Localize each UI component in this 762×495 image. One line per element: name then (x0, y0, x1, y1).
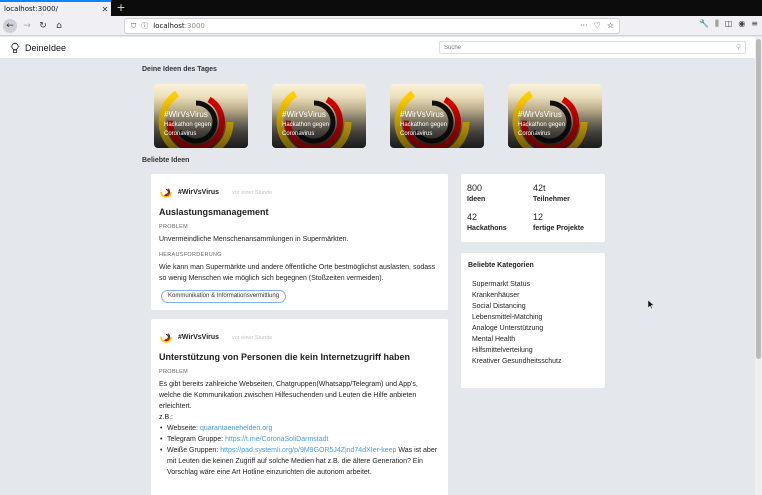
stat-value: 12 (533, 212, 544, 222)
stats-card: 800 Ideen 42t Teilnehmer 42 Hackathons 1… (461, 174, 605, 242)
category-link[interactable]: Kreativer Gesundheitsschutz (472, 358, 562, 365)
category-link[interactable]: Hilfsmittelverteilung (472, 347, 533, 354)
page-scrollbar[interactable] (755, 37, 762, 495)
category-tag[interactable]: Kommunikation & Informationsvermittlung (161, 290, 287, 303)
item-label: Weiße Gruppen: (167, 447, 221, 454)
tile-subtitle: Hackathon gegen Coronavirus (164, 122, 212, 137)
example-list: Webseite: quarantaenehelden.org Telegram… (159, 423, 441, 478)
idea-tile[interactable]: #WirVsVirus Hackathon gegen Coronavirus (154, 84, 248, 148)
url-host: localhost (153, 22, 185, 30)
categories-card: Beliebte Kategorien Supermarkt Status Kr… (461, 253, 605, 388)
forward-icon[interactable]: → (20, 19, 34, 33)
section-title-ideas-of-day: Deine Ideen des Tages (142, 66, 217, 73)
challenge-text: Wie kann man Supermärkte und andere öffe… (159, 264, 436, 282)
new-tab-icon[interactable]: + (114, 1, 128, 15)
home-icon[interactable]: ⌂ (52, 19, 66, 33)
problem-text: Es gibt bereits zahlreiche Webseiten, Ch… (159, 379, 441, 478)
avatar (160, 331, 172, 343)
idea-group[interactable]: #WirVsVirus (178, 334, 219, 341)
item-label: Webseite: (167, 425, 200, 432)
menu-icon[interactable]: ≡ (751, 19, 758, 29)
category-link[interactable]: Mental Health (472, 336, 515, 343)
back-icon[interactable]: ← (3, 19, 17, 33)
stat-label: Ideen (467, 196, 486, 203)
problem-text-body: Es gibt bereits zahlreiche Webseiten, Ch… (159, 381, 418, 410)
idea-tile[interactable]: #WirVsVirus Hackathon gegen Coronavirus (390, 84, 484, 148)
browser-tab[interactable]: localhost:3000/ ✕ (0, 0, 111, 16)
stat-label: fertige Projekte (533, 225, 584, 232)
shield-icon[interactable]: ⛉ (131, 22, 136, 31)
library-icon[interactable]: ⫼ (715, 19, 719, 29)
idea-title[interactable]: Unterstützung von Personen die kein Inte… (159, 352, 410, 362)
url-port: :3000 (184, 22, 205, 30)
avatar (160, 186, 172, 198)
category-link[interactable]: Supermarkt Status (472, 281, 530, 288)
stat-value: 42 (467, 212, 478, 222)
item-link[interactable]: https://pad.systemli.org/p/9M9GOR5J4Zjnd… (220, 447, 396, 454)
list-item: Weiße Gruppen: https://pad.systemli.org/… (159, 445, 441, 478)
wrench-icon[interactable]: 🔧 (699, 19, 709, 29)
idea-title[interactable]: Auslastungsmanagement (159, 207, 269, 217)
tab-title: localhost:3000/ (4, 5, 58, 13)
tile-subtitle: Hackathon gegen Coronavirus (518, 122, 566, 137)
search-box[interactable]: ⚲ (439, 41, 746, 54)
tile-title: #WirVsVirus (518, 110, 562, 119)
challenge-label: HERAUSFORDERUNG (159, 252, 222, 258)
idea-tile[interactable]: #WirVsVirus Hackathon gegen Coronavirus (508, 84, 602, 148)
url-bar[interactable]: ⛉ ⓘ localhost:3000 ··· ♡ ☆ (124, 18, 620, 34)
search-icon[interactable]: ⚲ (736, 43, 741, 51)
problem-text: Unvermeindliche Menschenansammlungen in … (159, 236, 349, 243)
category-link[interactable]: Krankenhäuser (472, 292, 519, 299)
list-item: Telegram Gruppe: https://t.me/CoronaSoli… (159, 434, 441, 445)
idea-time: vor einer Stunde (232, 335, 273, 341)
browser-navbar: ← → ↻ ⌂ ⛉ ⓘ localhost:3000 ··· ♡ ☆ 🔧 ⫼ ◫… (0, 16, 762, 36)
mouse-cursor-icon (648, 300, 654, 309)
idea-card[interactable]: #WirVsVirus vor einer Stunde Auslastungs… (151, 174, 448, 310)
category-link[interactable]: Lebensmittel-Matching (472, 314, 542, 321)
stat-value: 800 (467, 183, 483, 193)
account-icon[interactable]: ◉ (738, 19, 745, 29)
sidebar-icon[interactable]: ◫ (725, 19, 733, 29)
idea-tile[interactable]: #WirVsVirus Hackathon gegen Coronavirus (272, 84, 366, 148)
lightbulb-icon (10, 42, 20, 53)
tile-title: #WirVsVirus (164, 110, 208, 119)
categories-title: Beliebte Kategorien (468, 262, 534, 269)
stat-label: Hackathons (467, 225, 507, 232)
reload-icon[interactable]: ↻ (36, 19, 50, 33)
brand[interactable]: DeineIdee (10, 42, 66, 54)
app-header: DeineIdee ⚲ (0, 37, 755, 59)
idea-time: vor einer Stunde (232, 190, 273, 196)
item-link[interactable]: https://t.me/CoronaSoliDarmstadt (225, 436, 329, 443)
list-item: Webseite: quarantaenehelden.org (159, 423, 441, 434)
tile-title: #WirVsVirus (400, 110, 444, 119)
stat-value: 42t (533, 183, 546, 193)
bookmark-star-icon[interactable]: ☆ (607, 21, 614, 30)
idea-group[interactable]: #WirVsVirus (178, 189, 219, 196)
more-icon[interactable]: ··· (580, 21, 588, 30)
pocket-icon[interactable]: ♡ (594, 21, 601, 30)
item-link[interactable]: quarantaenehelden.org (200, 425, 272, 432)
browser-tabbar: localhost:3000/ ✕ + (0, 0, 762, 16)
stat-label: Teilnehmer (533, 196, 570, 203)
example-label: z.B.: (159, 414, 174, 421)
search-input[interactable] (440, 42, 730, 53)
info-icon[interactable]: ⓘ (141, 21, 148, 31)
category-link[interactable]: Social Distancing (472, 303, 526, 310)
tile-title: #WirVsVirus (282, 110, 326, 119)
idea-card[interactable]: #WirVsVirus vor einer Stunde Unterstützu… (151, 319, 448, 495)
problem-label: PROBLEM (159, 224, 188, 230)
close-icon[interactable]: ✕ (99, 5, 111, 14)
category-link[interactable]: Analoge Unterstützung (472, 325, 543, 332)
section-title-popular-ideas: Beliebte Ideen (142, 157, 190, 164)
problem-label: PROBLEM (159, 369, 188, 375)
tile-subtitle: Hackathon gegen Coronavirus (282, 122, 330, 137)
scrollbar-thumb[interactable] (756, 39, 761, 359)
tile-subtitle: Hackathon gegen Coronavirus (400, 122, 448, 137)
item-label: Telegram Gruppe: (167, 436, 225, 443)
brand-name: DeineIdee (25, 43, 67, 53)
